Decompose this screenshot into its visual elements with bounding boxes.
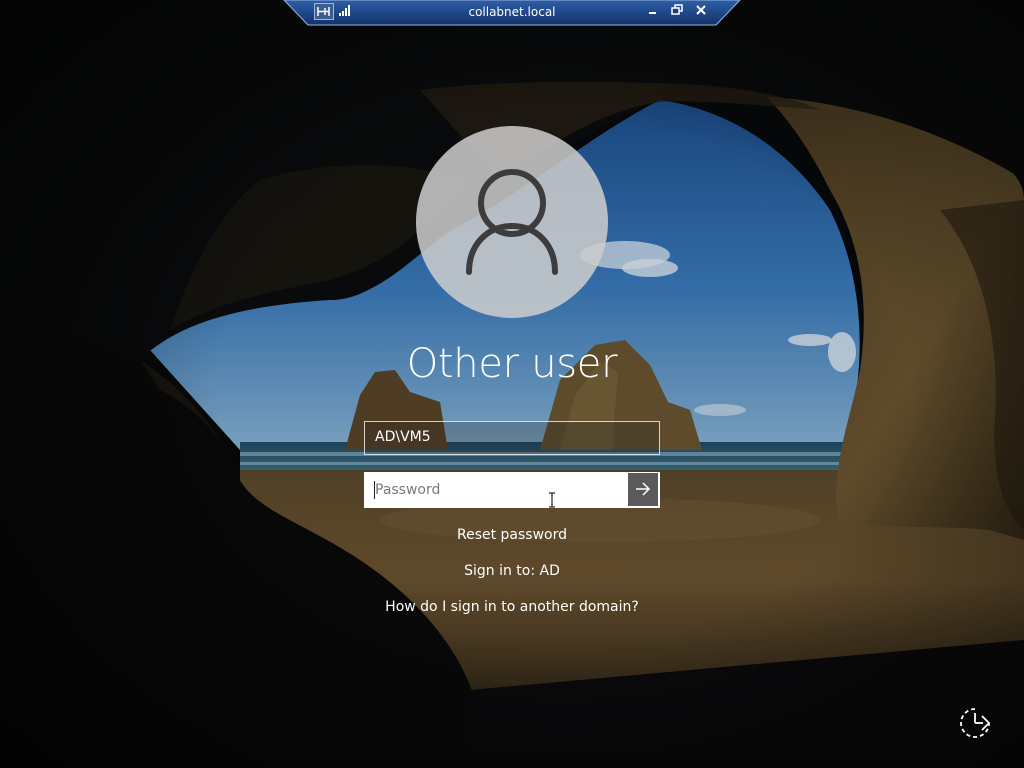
reset-password-link[interactable]: Reset password (312, 523, 712, 547)
arrow-right-icon (636, 482, 651, 496)
rdp-connection-title: collabnet.local (468, 5, 556, 19)
user-name-heading: Other user (406, 341, 618, 387)
ibeam-mouse-cursor (546, 491, 558, 513)
lock-screen: collabnet.local Other user AD\VM5 Reset … (0, 0, 1024, 768)
restore-icon[interactable] (670, 3, 684, 21)
ease-of-access-icon (960, 708, 991, 738)
close-icon[interactable] (694, 3, 708, 21)
user-silhouette-icon (466, 169, 558, 275)
username-field[interactable]: AD\VM5 (364, 421, 660, 455)
rdp-connection-bar: collabnet.local (0, 0, 1024, 28)
minimize-icon[interactable] (646, 3, 660, 21)
submit-button[interactable] (628, 473, 658, 506)
password-box (364, 472, 660, 508)
pin-icon[interactable] (314, 3, 334, 20)
password-input[interactable] (365, 473, 627, 506)
user-avatar (416, 126, 608, 318)
signal-strength-icon[interactable] (338, 3, 352, 21)
ease-of-access-button[interactable] (956, 704, 994, 742)
text-caret (374, 481, 375, 499)
sign-in-to-domain-label: Sign in to: AD (464, 563, 560, 579)
other-domain-help-link[interactable]: How do I sign in to another domain? (312, 595, 712, 619)
